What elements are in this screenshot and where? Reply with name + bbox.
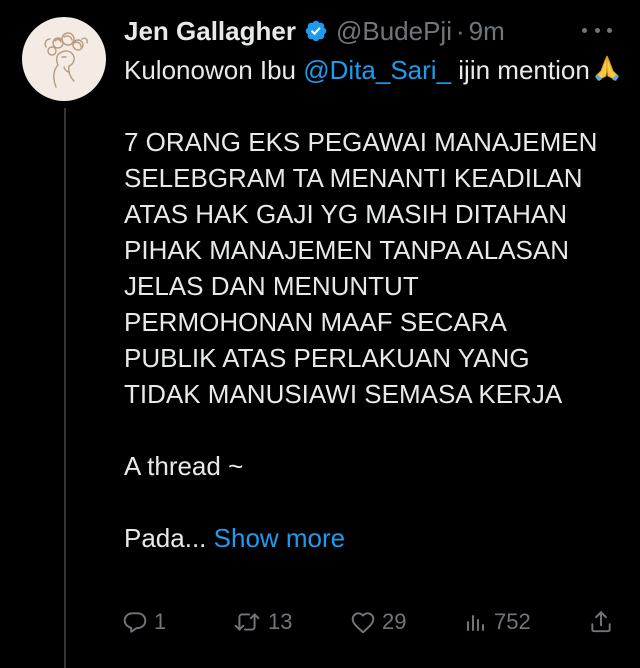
intro-line: Kulonowon Ibu @Dita_Sari_ ijin mention [124, 52, 624, 88]
retweet-button[interactable]: 13 [232, 604, 292, 640]
body-line: PUBLIK ATAS PERLAKUAN YANG [124, 343, 530, 373]
reply-count: 1 [154, 609, 167, 634]
timestamp[interactable]: 9m [469, 16, 505, 47]
retweet-icon [234, 613, 260, 631]
views-button[interactable]: 752 [464, 604, 531, 640]
like-count: 29 [382, 609, 407, 634]
author-handle[interactable]: @BudePji [336, 16, 452, 47]
body-line: PERMOHONAN MAAF SECARA [124, 307, 507, 337]
intro-text-continued: ijin mention [451, 55, 590, 85]
body-line: TIDAK MANUSIAWI SEMASA KERJA [124, 379, 563, 409]
thread-line-text: A thread ~ [124, 451, 244, 481]
views-bar-chart-icon [467, 615, 484, 631]
show-more-link[interactable]: Show more [214, 523, 346, 553]
reply-icon [123, 612, 147, 633]
verified-badge-icon [305, 20, 327, 42]
body-line: SELEBGRAM TA MENANTI KEADILAN [124, 163, 583, 193]
body-line: JELAS DAN MENUNTUT [124, 271, 419, 301]
mention-link[interactable]: @Dita_Sari_ [303, 55, 451, 85]
body-line: 7 ORANG EKS PEGAWAI MANAJEMEN [124, 127, 598, 157]
author-name[interactable]: Jen Gallagher [124, 16, 296, 47]
more-options-icon[interactable] [582, 18, 612, 42]
tweet-actions: 1 13 29 752 [122, 604, 618, 640]
body-line: PIHAK MANAJEMEN TANPA ALASAN [124, 235, 570, 265]
heart-icon [351, 612, 375, 634]
avatar-illustration-icon [44, 32, 88, 88]
reply-button[interactable]: 1 [122, 604, 166, 640]
body-line: ATAS HAK GAJI YG MASIH DITAHAN [124, 199, 568, 229]
intro-text: Kulonowon Ibu [124, 55, 304, 85]
separator-dot: · [455, 15, 465, 46]
like-button[interactable]: 29 [350, 604, 406, 640]
truncated-text: Pada... [124, 523, 207, 553]
folded-hands-emoji-icon [594, 55, 619, 81]
share-icon [591, 611, 611, 633]
tweet-header: Jen Gallagher @BudePji · 9m [124, 14, 505, 48]
retweet-count: 13 [268, 609, 293, 634]
truncated-line: Pada... Show more [124, 520, 624, 556]
views-count: 752 [494, 609, 531, 634]
tweet-text: Kulonowon Ibu @Dita_Sari_ ijin mention 7… [124, 52, 624, 556]
avatar[interactable] [22, 17, 106, 101]
thread-connector-line [64, 108, 66, 668]
share-button[interactable] [588, 604, 614, 640]
